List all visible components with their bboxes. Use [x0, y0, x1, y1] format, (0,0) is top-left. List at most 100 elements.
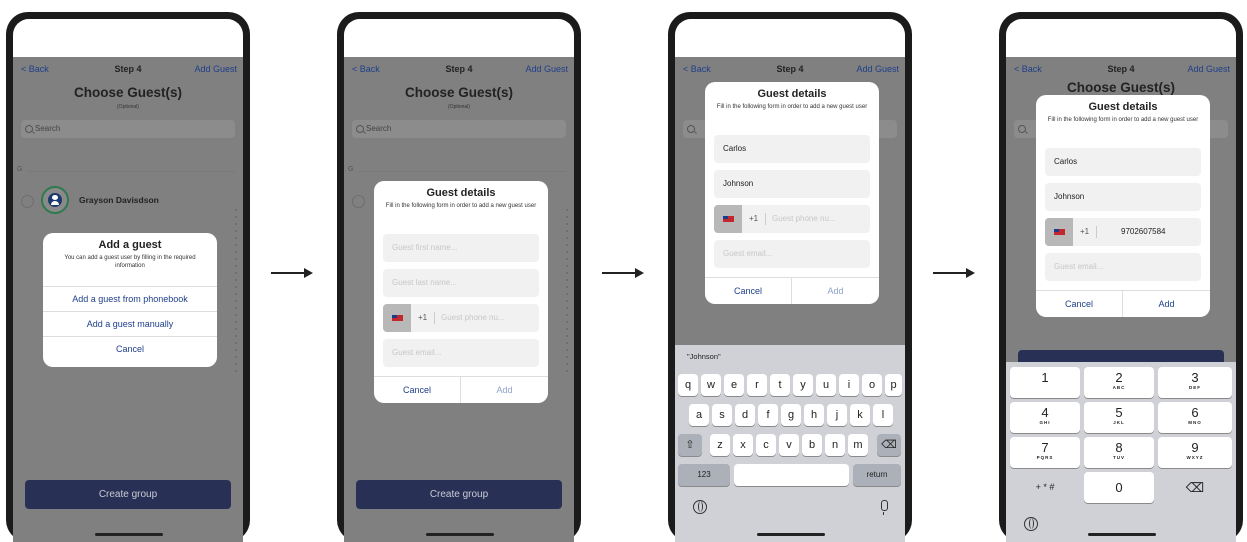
delete-key[interactable]: ⌫ [877, 434, 901, 456]
first-name-field[interactable]: Carlos [714, 135, 870, 163]
key-d[interactable]: d [735, 404, 755, 426]
add-guest-link[interactable]: Add Guest [1187, 64, 1230, 74]
numpad-key-4[interactable]: 4 GHI [1010, 402, 1080, 433]
guest-details-form: Guest details Fill in the following form… [1036, 95, 1210, 317]
page-title: Choose Guest(s) [1066, 80, 1175, 95]
numpad-key-0[interactable]: 0 [1084, 472, 1154, 503]
add-guest-link[interactable]: Add Guest [856, 64, 899, 74]
phone-number-input[interactable]: Guest phone nu... [772, 205, 866, 233]
add-button[interactable]: Add [792, 278, 879, 304]
key-b[interactable]: b [802, 434, 822, 456]
last-name-field[interactable]: Johnson [1045, 183, 1201, 211]
add-guest-sheet: Add a guest You can add a guest user by … [43, 233, 217, 367]
numpad-key-3[interactable]: 3 DEF [1158, 367, 1232, 398]
alphabet-index[interactable] [235, 204, 239, 424]
country-selector[interactable] [714, 205, 742, 233]
email-field[interactable]: Guest email... [714, 240, 870, 268]
key-p[interactable]: p [885, 374, 902, 396]
nav-bar: < Back Step 4 Add Guest [675, 64, 905, 78]
phone-field[interactable]: +1 9702607584 [1045, 218, 1201, 246]
key-y[interactable]: y [793, 374, 813, 396]
last-name-field[interactable]: Johnson [714, 170, 870, 198]
search-input[interactable]: Search [21, 120, 235, 138]
numpad-key-1[interactable]: 1 [1010, 367, 1080, 398]
key-a[interactable]: a [689, 404, 709, 426]
country-selector[interactable] [383, 304, 411, 332]
phone-field[interactable]: +1 Guest phone nu... [383, 304, 539, 332]
space-key[interactable] [734, 464, 849, 486]
key-h[interactable]: h [804, 404, 824, 426]
numpad-delete-key[interactable]: ⌫ [1158, 472, 1232, 503]
separator [434, 312, 435, 324]
key-i[interactable]: i [839, 374, 859, 396]
key-v[interactable]: v [779, 434, 799, 456]
phone-number-input[interactable]: 9702607584 [1121, 218, 1197, 246]
microphone-icon[interactable] [881, 500, 888, 515]
cancel-button[interactable]: Cancel [705, 278, 792, 304]
search-icon [25, 125, 33, 133]
select-radio[interactable] [21, 195, 34, 208]
phone-field[interactable]: +1 Guest phone nu... [714, 205, 870, 233]
add-button[interactable]: Add [1123, 291, 1210, 317]
phone-number-input[interactable]: Guest phone nu... [441, 304, 535, 332]
numpad-key-9[interactable]: 9 WXYZ [1158, 437, 1232, 468]
first-name-field[interactable]: Guest first name... [383, 234, 539, 262]
contact-row[interactable]: Grayson Davisdson [17, 186, 223, 216]
select-radio[interactable] [352, 195, 365, 208]
country-selector[interactable] [1045, 218, 1073, 246]
cancel-button[interactable]: Cancel [1036, 291, 1123, 317]
add-manually-button[interactable]: Add a guest manually [43, 311, 217, 336]
page-subtitle: (Optional) [448, 104, 470, 110]
numpad-symbols-key[interactable]: + * # [1010, 472, 1080, 503]
key-z[interactable]: z [710, 434, 730, 456]
key-n[interactable]: n [825, 434, 845, 456]
create-group-button[interactable]: Create group [25, 480, 231, 509]
key-f[interactable]: f [758, 404, 778, 426]
key-e[interactable]: e [724, 374, 744, 396]
number-pad: 1 2 ABC 3 DEF 4 GHI 5 JKL 6 MNO 7 PQRS 8 TUV 9W… [1006, 362, 1236, 542]
key-t[interactable]: t [770, 374, 790, 396]
add-guest-link[interactable]: Add Guest [194, 64, 237, 74]
sheet-title: Add a guest [98, 239, 162, 251]
cancel-button[interactable]: Cancel [43, 336, 217, 361]
phone-screen-4: < Back Step 4 Add Guest Choose Guest(s) … [999, 12, 1243, 542]
key-s[interactable]: s [712, 404, 732, 426]
numpad-key-7[interactable]: 7 PQRS [1010, 437, 1080, 468]
autocomplete-suggestion[interactable]: "Johnson" [675, 345, 905, 369]
numpad-key-6[interactable]: 6 MNO [1158, 402, 1232, 433]
email-field[interactable]: Guest email... [383, 339, 539, 367]
key-m[interactable]: m [848, 434, 868, 456]
cancel-button[interactable]: Cancel [374, 377, 461, 403]
form-actions: Cancel Add [374, 376, 548, 403]
numbers-key[interactable]: 123 [678, 464, 730, 486]
numpad-key-2[interactable]: 2 ABC [1084, 367, 1154, 398]
first-name-field[interactable]: Carlos [1045, 148, 1201, 176]
key-g[interactable]: g [781, 404, 801, 426]
search-input[interactable]: Search [352, 120, 566, 138]
add-button[interactable]: Add [461, 377, 548, 403]
create-group-button[interactable]: Create group [356, 480, 562, 509]
alphabet-index[interactable] [566, 204, 570, 424]
key-k[interactable]: k [850, 404, 870, 426]
key-r[interactable]: r [747, 374, 767, 396]
key-w[interactable]: w [701, 374, 721, 396]
sheet-description: You can add a guest user by filling in t… [64, 255, 196, 269]
shift-key[interactable]: ⇧ [678, 434, 702, 456]
numpad-key-5[interactable]: 5 JKL [1084, 402, 1154, 433]
add-guest-link[interactable]: Add Guest [525, 64, 568, 74]
key-q[interactable]: q [678, 374, 698, 396]
key-u[interactable]: u [816, 374, 836, 396]
numpad-key-8[interactable]: 8 TUV [1084, 437, 1154, 468]
email-field[interactable]: Guest email... [1045, 253, 1201, 281]
key-x[interactable]: x [733, 434, 753, 456]
last-name-field[interactable]: Guest last name... [383, 269, 539, 297]
key-c[interactable]: c [756, 434, 776, 456]
globe-icon[interactable] [1024, 517, 1038, 531]
person-icon [48, 193, 62, 207]
return-key[interactable]: return [853, 464, 901, 486]
globe-icon[interactable] [693, 500, 707, 514]
key-l[interactable]: l [873, 404, 893, 426]
key-o[interactable]: o [862, 374, 882, 396]
add-from-phonebook-button[interactable]: Add a guest from phonebook [43, 286, 217, 311]
key-j[interactable]: j [827, 404, 847, 426]
